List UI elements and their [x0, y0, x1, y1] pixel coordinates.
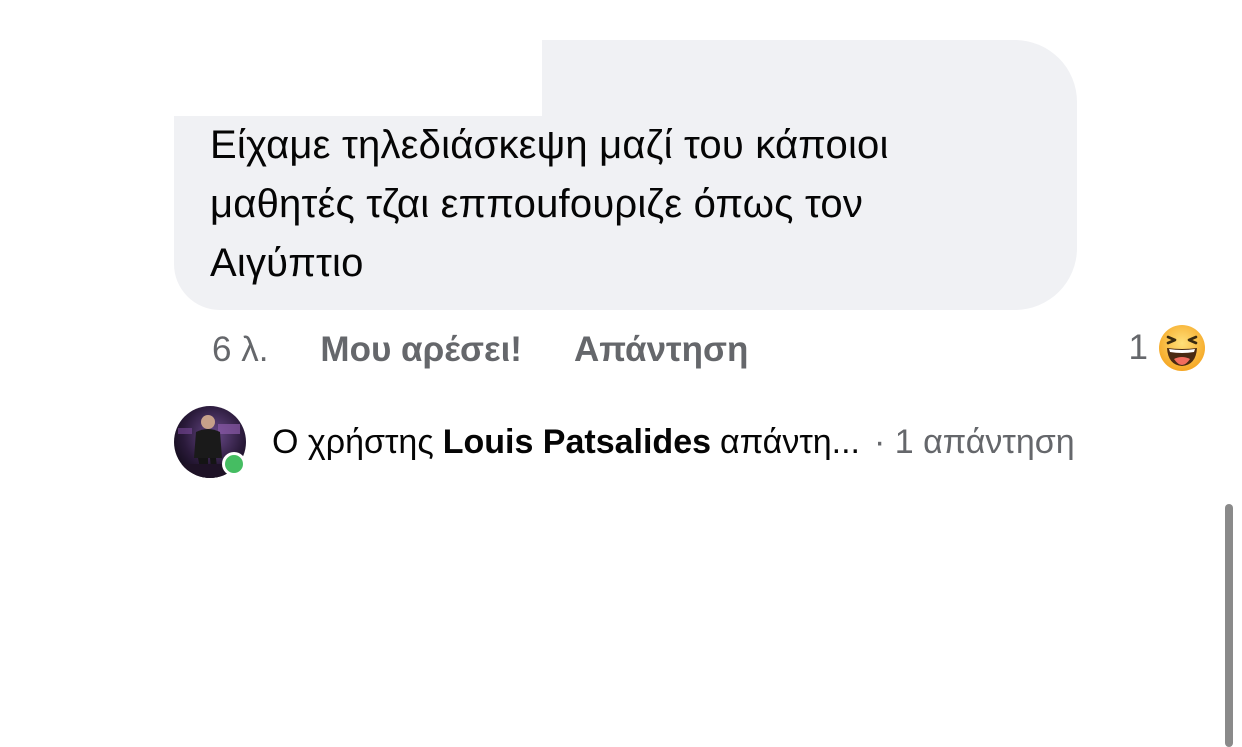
reply-prefix: Ο χρήστης: [272, 422, 434, 461]
reply-preview-text[interactable]: Ο χρήστης Louis Patsalides απάντη... · 1…: [272, 423, 1075, 462]
scrollbar[interactable]: [1225, 504, 1233, 747]
like-button[interactable]: Μου αρέσει!: [320, 330, 522, 370]
comment-line-1: Είχαμε τηλεδιάσκεψη μαζί του κάποιοι: [210, 123, 889, 167]
reaction-count: 1: [1128, 328, 1148, 367]
reply-author-name: Louis Patsalides: [442, 422, 712, 461]
reply-button[interactable]: Απάντηση: [574, 330, 748, 370]
reply-suffix: απάντη...: [720, 422, 860, 461]
comment-text: Είχαμε τηλεδιάσκεψη μαζί του κάποιοι μαθ…: [210, 116, 1060, 293]
reply-count: · 1 απάντηση: [874, 422, 1075, 461]
comment-line-3: Αιγύπτιο: [210, 241, 364, 285]
avatar[interactable]: [174, 406, 246, 478]
comment-actions: 6 λ. Μου αρέσει! Απάντηση: [212, 326, 800, 374]
comment-timestamp[interactable]: 6 λ.: [212, 330, 268, 370]
reply-preview[interactable]: Ο χρήστης Louis Patsalides απάντη... · 1…: [174, 406, 1214, 478]
laughing-face-icon: [1159, 325, 1205, 371]
reaction-summary[interactable]: 1: [1129, 324, 1206, 372]
online-status-indicator: [222, 452, 246, 476]
comment-line-2: μαθητές τζαι επποufουριζε όπως τον: [210, 182, 864, 226]
